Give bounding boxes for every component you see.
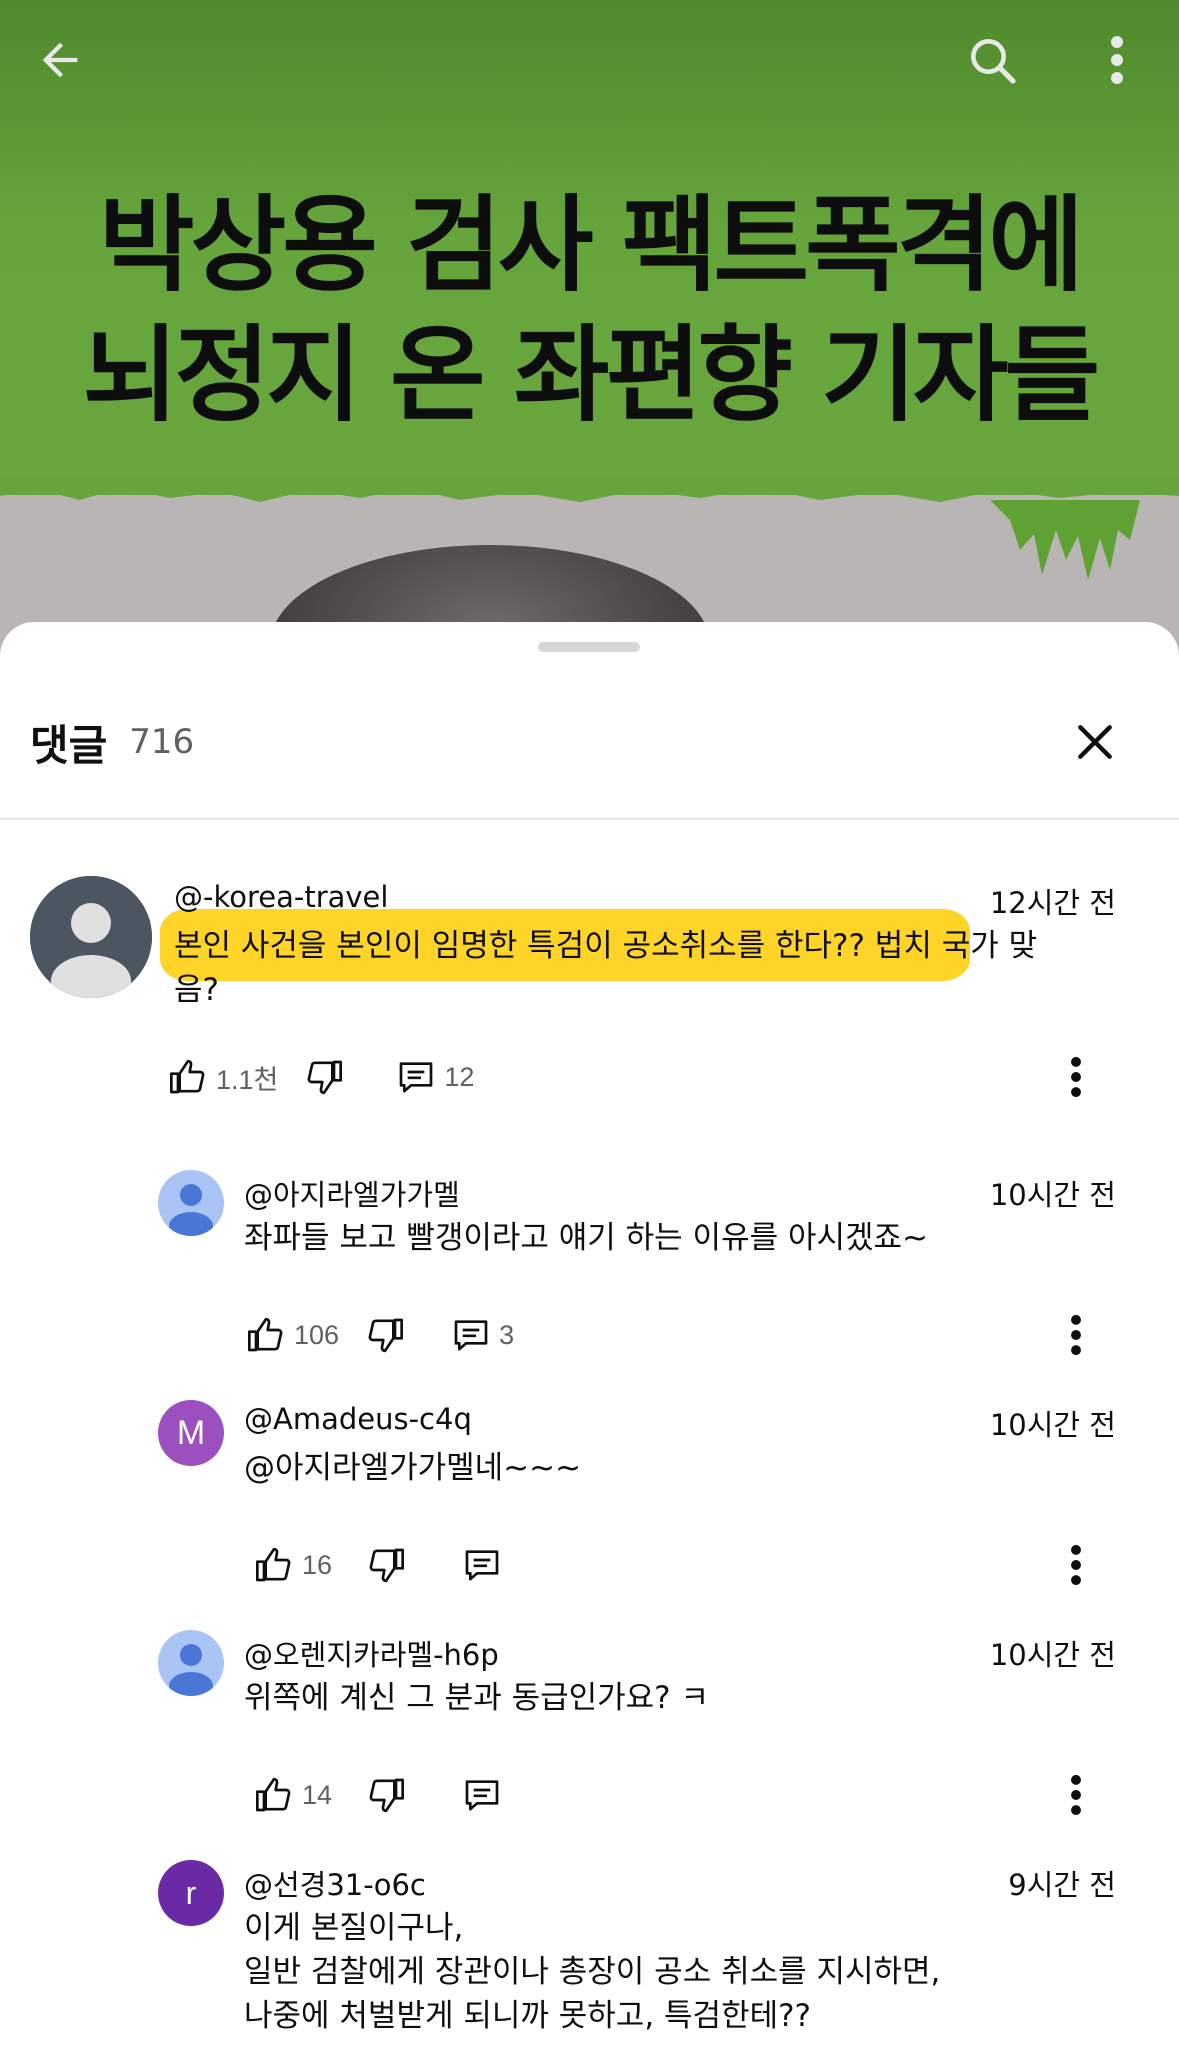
more-vertical-icon[interactable] — [1051, 1765, 1101, 1825]
avatar[interactable]: M — [158, 1400, 224, 1466]
comments-sheet: 댓글 716 @-korea-travel 12시간 전 본인 사건을 본인이 … — [0, 622, 1179, 2069]
comment-text-line: 음? — [174, 972, 219, 1008]
comment-actions: 106 3 — [246, 1310, 514, 1360]
avatar[interactable]: r — [158, 1860, 224, 1926]
avatar-letter: M — [176, 1413, 206, 1452]
comment-actions: 16 — [254, 1540, 502, 1590]
comment-time: 10시간 전 — [989, 1638, 1116, 1672]
thumbs-up-icon — [248, 1317, 283, 1352]
like-button[interactable]: 14 — [254, 1770, 332, 1820]
sheet-drag-handle[interactable] — [538, 642, 640, 652]
reply-count: 3 — [499, 1319, 515, 1350]
reply-icon — [400, 1062, 433, 1093]
avatar[interactable] — [30, 876, 152, 998]
comment-text: 본인 사건을 본인이 임명한 특검이 공소취소를 한다?? 법치 국가 맞 음? — [174, 924, 1104, 1012]
comment-time: 10시간 전 — [989, 1178, 1116, 1212]
comment-text: @아지라엘가가멜네~~~ — [244, 1450, 582, 1486]
reply-button[interactable] — [462, 1540, 502, 1590]
comment-actions: 1.1천 12 — [168, 1052, 474, 1102]
comment-text-line: 본인 사건을 본인이 임명한 특검이 공소취소를 한다?? 법치 국가 맞 — [174, 928, 1038, 964]
reply-button[interactable]: 12 — [396, 1052, 474, 1102]
more-vertical-icon[interactable] — [1051, 1535, 1101, 1595]
comment-text-line: 나중에 처벌받게 되니까 못하고, 특검한테?? — [244, 1998, 812, 2034]
comment-author[interactable]: @-korea-travel — [174, 880, 388, 914]
search-icon[interactable] — [960, 28, 1024, 92]
comments-count: 716 — [129, 722, 195, 762]
comment-text: 좌파들 보고 빨갱이라고 얘기 하는 이유를 아시겠죠~ — [244, 1220, 929, 1256]
thumbs-down-icon — [369, 1548, 405, 1583]
thumbs-up-icon — [255, 1547, 291, 1582]
comment-text: 이게 본질이구나, 일반 검찰에게 장관이나 총장이 공소 취소를 지시하면, … — [244, 1906, 1124, 2038]
like-count: 1.1천 — [216, 1064, 279, 1095]
reply-item: M @Amadeus-c4q 10시간 전 @아지라엘가가멜네~~~ 16 — [0, 1392, 1179, 1612]
comment-text-line: 이게 본질이구나, — [244, 1910, 464, 1946]
dislike-button[interactable] — [366, 1770, 406, 1820]
thumbs-up-icon — [170, 1059, 205, 1094]
more-vertical-icon[interactable] — [1051, 1047, 1101, 1107]
reply-count: 12 — [444, 1061, 475, 1092]
comment-author[interactable]: @선경31-o6c — [244, 1862, 426, 1904]
reply-item: r @선경31-o6c 9시간 전 이게 본질이구나, 일반 검찰에게 장관이나… — [0, 1852, 1179, 2069]
back-arrow-icon[interactable] — [28, 28, 92, 92]
comment-text: 위쪽에 계신 그 분과 동급인가요? ㅋ — [244, 1680, 710, 1716]
thumbs-down-icon — [307, 1060, 343, 1095]
avatar[interactable] — [158, 1630, 224, 1696]
reply-button[interactable]: 3 — [451, 1310, 514, 1360]
comment-time: 10시간 전 — [989, 1408, 1116, 1442]
comments-title: 댓글 — [30, 720, 108, 770]
comment-text-line: 일반 검찰에게 장관이나 총장이 공소 취소를 지시하면, — [244, 1954, 941, 1990]
avatar[interactable] — [158, 1170, 224, 1236]
comments-header: 댓글 716 — [30, 702, 194, 782]
reply-icon — [465, 1550, 499, 1581]
comment-author[interactable]: @Amadeus-c4q — [244, 1402, 472, 1436]
comment-thread: @-korea-travel 12시간 전 본인 사건을 본인이 임명한 특검이… — [0, 852, 1179, 1102]
reply-item: @아지라엘가가멜 10시간 전 좌파들 보고 빨갱이라고 얘기 하는 이유를 아… — [0, 1162, 1179, 1382]
video-title-line-2: 뇌정지 온 좌편향 기자들 — [82, 314, 1100, 436]
video-title-overlay: 박상용 검사 팩트폭격에 뇌정지 온 좌편향 기자들 — [0, 180, 1179, 440]
dislike-button[interactable] — [365, 1310, 405, 1360]
comment-time: 9시간 전 — [1008, 1868, 1116, 1902]
video-thumbnail[interactable]: 박상용 검사 팩트폭격에 뇌정지 온 좌편향 기자들 — [0, 0, 1179, 660]
close-icon[interactable] — [1065, 712, 1125, 772]
like-button[interactable]: 16 — [254, 1540, 332, 1590]
comment-actions: 14 — [254, 1770, 502, 1820]
reply-icon — [454, 1320, 488, 1351]
like-count: 14 — [302, 1779, 333, 1810]
like-button[interactable]: 106 — [246, 1310, 339, 1360]
video-title-line-1: 박상용 검사 팩트폭격에 — [98, 184, 1084, 306]
reply-button[interactable] — [462, 1770, 502, 1820]
avatar-letter: r — [185, 1874, 197, 1911]
more-vertical-icon[interactable] — [1051, 1305, 1101, 1365]
reply-item: @오렌지카라멜-h6p 10시간 전 위쪽에 계신 그 분과 동급인가요? ㅋ … — [0, 1622, 1179, 1842]
comment-time: 12시간 전 — [989, 886, 1116, 920]
like-button[interactable]: 1.1천 — [168, 1052, 278, 1102]
comment-author[interactable]: @오렌지카라멜-h6p — [244, 1632, 499, 1674]
dislike-button[interactable] — [304, 1052, 344, 1102]
comment-author[interactable]: @아지라엘가가멜 — [244, 1172, 460, 1214]
header-divider — [0, 818, 1179, 820]
like-count: 16 — [302, 1549, 333, 1580]
thumbs-down-icon — [368, 1318, 404, 1353]
like-count: 106 — [294, 1319, 340, 1350]
thumbs-down-icon — [369, 1778, 405, 1813]
reply-icon — [465, 1780, 499, 1811]
thumbs-up-icon — [255, 1777, 291, 1812]
more-vertical-icon[interactable] — [1085, 28, 1149, 92]
green-drip-decoration — [990, 500, 1140, 580]
dislike-button[interactable] — [366, 1540, 406, 1590]
